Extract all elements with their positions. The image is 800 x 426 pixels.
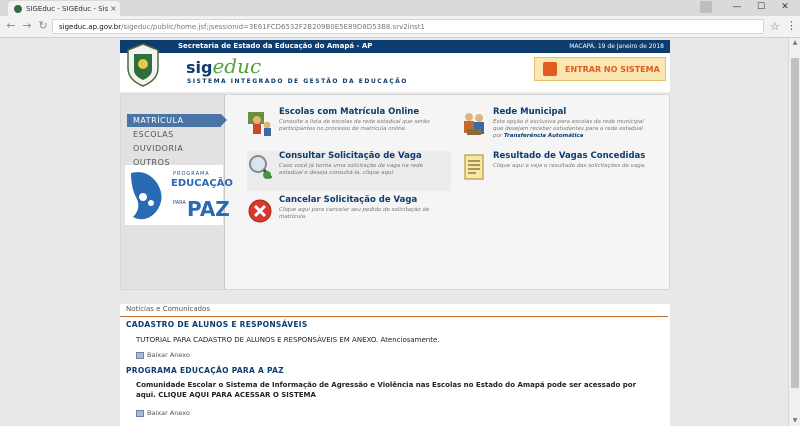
main-panel: MATRÍCULA ESCOLAS OUVIDORIA OUTROS PROGR… [120, 94, 670, 290]
option-consultar-solicitacao[interactable]: Consultar Solicitação de Vaga Caso você … [247, 151, 451, 191]
option-title: Rede Municipal [493, 107, 567, 117]
kebab-menu-icon[interactable]: ⋮ [786, 19, 797, 32]
sidebar-item-matricula[interactable]: MATRÍCULA [127, 114, 227, 127]
banner-educacao: EDUCAÇÃO [171, 178, 233, 189]
news-section: Notícias e Comunicados CADASTRO DE ALUNO… [120, 304, 670, 426]
banner-paz: PAZ [187, 197, 230, 221]
option-desc: Caso você já tenha uma solicitação de va… [279, 163, 424, 176]
scroll-thumb[interactable] [791, 58, 799, 388]
url-text: sigeduc.ap.gov.br/sigeduc/public/home.js… [59, 22, 425, 31]
back-arrow-icon[interactable]: ← [4, 19, 18, 33]
teacher-student-icon [248, 112, 271, 136]
dove-family-icon [131, 172, 162, 220]
tab-title: SIGEduc - SIGEduc - Sis [26, 4, 108, 13]
option-title: Cancelar Solicitação de Vaga [279, 195, 418, 205]
search-magnifier-icon [249, 155, 273, 179]
sidebar-item-escolas[interactable]: ESCOLAS [127, 128, 221, 141]
page-scrollbar[interactable]: ▲ ▼ [788, 38, 800, 426]
sidebar: MATRÍCULA ESCOLAS OUVIDORIA OUTROS PROGR… [121, 95, 233, 289]
sidebar-item-ouvidoria[interactable]: OUVIDORIA [127, 142, 221, 155]
header-date: MACAPÁ, 19 de Janeiro de 2018 [569, 43, 664, 50]
option-title: Resultado de Vagas Concedidas [493, 151, 646, 161]
news-item-text[interactable]: Comunidade Escolar o Sistema de Informaç… [136, 380, 656, 400]
news-divider [120, 316, 668, 317]
secretaria-title: Secretaria de Estado da Educação do Amap… [178, 42, 373, 50]
bookmark-star-icon[interactable]: ☆ [770, 20, 780, 33]
reload-icon[interactable]: ↻ [36, 19, 50, 33]
scroll-down-arrow-icon[interactable]: ▼ [789, 416, 800, 426]
option-title: Consultar Solicitação de Vaga [279, 151, 422, 161]
news-item-text: TUTORIAL PARA CADASTRO DE ALUNOS E RESPO… [136, 336, 440, 344]
option-title: Escolas com Matrícula Online [279, 107, 420, 117]
option-cancelar-solicitacao[interactable]: Cancelar Solicitação de Vaga Clique aqui… [247, 195, 451, 235]
state-crest-icon [127, 43, 159, 87]
browser-toolbar: ← → ↻ sigeduc.ap.gov.br/sigeduc/public/h… [0, 16, 800, 38]
browser-tab[interactable]: SIGEduc - SIGEduc - Sis × [8, 1, 120, 16]
news-item-title: PROGRAMA EDUCAÇÃO PARA A PAZ [126, 366, 284, 375]
sigeduc-logo: sigeduc [186, 54, 262, 78]
address-bar[interactable]: sigeduc.ap.gov.br/sigeduc/public/home.js… [52, 19, 764, 34]
favicon-icon [14, 4, 22, 13]
scroll-up-arrow-icon[interactable]: ▲ [789, 38, 800, 48]
option-rede-municipal[interactable]: Rede Municipal Esta opção é exclusiva pa… [461, 107, 666, 147]
enter-system-button[interactable]: ENTRAR NO SISTEMA [534, 57, 666, 81]
news-heading: Notícias e Comunicados [126, 305, 211, 313]
download-attachment-link[interactable]: Baixar Anexo [136, 409, 190, 417]
option-escolas-matricula-online[interactable]: Escolas com Matrícula Online Consulte a … [247, 107, 447, 147]
profile-icon[interactable] [700, 1, 712, 13]
attachment-icon [136, 409, 144, 417]
option-desc: Consulte a lista de escolas da rede esta… [279, 119, 430, 132]
browser-tabbar: SIGEduc - SIGEduc - Sis × — ☐ ✕ [0, 0, 800, 16]
educacao-para-paz-banner[interactable]: PROGRAMA EDUCAÇÃO PARA PAZ [125, 165, 233, 225]
attachment-icon [136, 351, 144, 359]
enter-system-label: ENTRAR NO SISTEMA [565, 64, 660, 74]
option-desc: Esta opção é exclusiva para escolas da r… [493, 119, 644, 139]
option-desc: Clique aqui e veja o resultado das solic… [493, 163, 646, 169]
close-window-button[interactable]: ✕ [770, 0, 800, 16]
header-stripe: Secretaria de Estado da Educação do Amap… [120, 40, 670, 53]
banner-programa: PROGRAMA [173, 171, 210, 177]
tab-close-icon[interactable]: × [110, 4, 117, 13]
site-header: Secretaria de Estado da Educação do Amap… [120, 40, 670, 92]
download-attachment-link[interactable]: Baixar Anexo [136, 351, 190, 359]
option-desc: Clique aqui para cancelar seu pedido de … [279, 207, 430, 220]
news-item-title: CADASTRO DE ALUNOS E RESPONSÁVEIS [126, 320, 308, 329]
attachment-label: Baixar Anexo [147, 351, 190, 359]
login-icon [543, 62, 557, 76]
option-resultado-vagas[interactable]: Resultado de Vagas Concedidas Clique aqu… [461, 151, 666, 191]
cancel-x-icon [248, 199, 272, 223]
logo-subtitle: SISTEMA INTEGRADO DE GESTÃO DA EDUCAÇÃO [187, 78, 408, 85]
document-list-icon [464, 154, 484, 180]
banner-para: PARA [173, 200, 186, 206]
group-people-icon [464, 113, 484, 135]
forward-arrow-icon[interactable]: → [20, 19, 34, 33]
page-body: Secretaria de Estado da Educação do Amap… [0, 38, 800, 426]
attachment-label: Baixar Anexo [147, 409, 190, 417]
